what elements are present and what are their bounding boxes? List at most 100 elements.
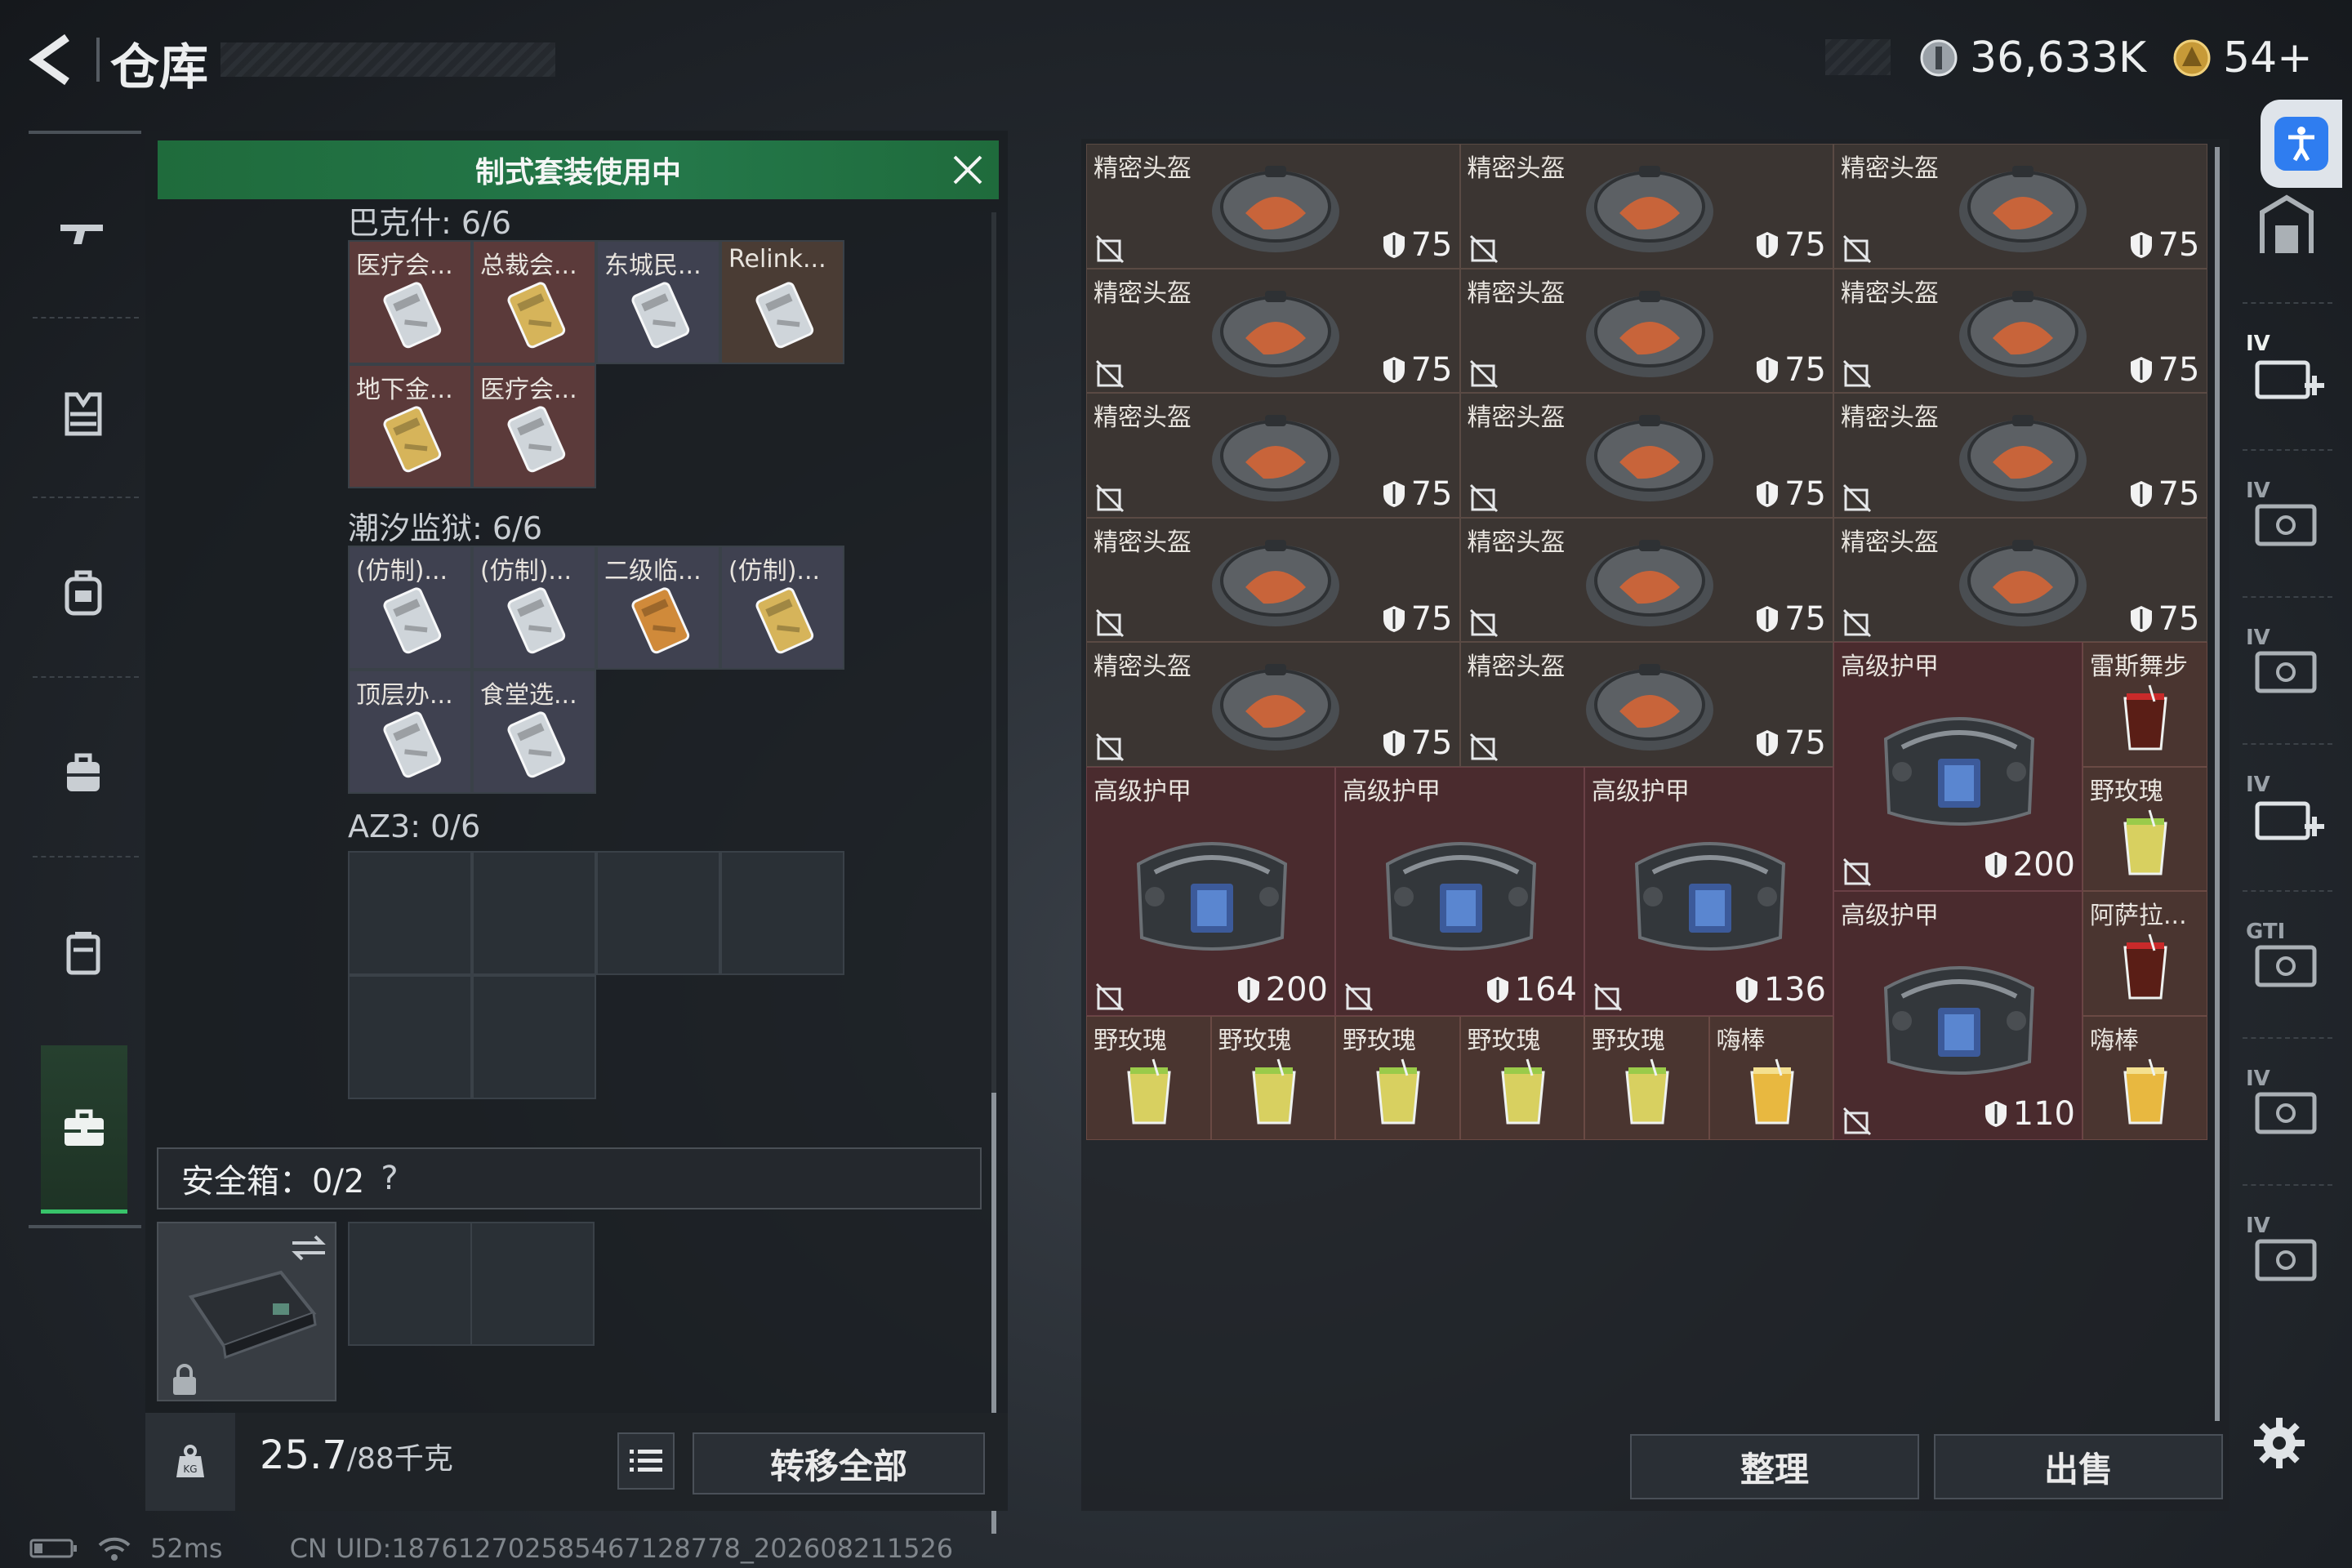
shield-icon (2130, 232, 2152, 258)
no-trade-icon (1095, 982, 1125, 1011)
durability: 75 (2129, 226, 2200, 264)
storage-tab[interactable]: IV (2246, 626, 2336, 719)
organize-button[interactable]: 整理 (1630, 1434, 1919, 1499)
helmet-item[interactable]: 精密头盔 75 (1459, 517, 1833, 642)
rail-tab-container[interactable] (59, 927, 108, 979)
empty-slot[interactable] (720, 851, 844, 975)
keycard-icon (383, 282, 442, 349)
helmet-item[interactable]: 精密头盔 75 (1086, 268, 1460, 393)
sell-button[interactable]: 出售 (1934, 1434, 2223, 1499)
no-trade-icon (1344, 982, 1374, 1011)
helmet-item[interactable]: 精密头盔 75 (1086, 393, 1460, 518)
durability: 75 (2129, 351, 2200, 389)
weapon-icon (60, 225, 103, 244)
empty-slot[interactable] (596, 851, 720, 975)
storage-tab[interactable]: IV (2246, 479, 2336, 572)
drink-item[interactable]: 嗨棒 (1708, 1015, 1833, 1140)
safebox-case[interactable] (157, 1222, 336, 1401)
drink-item[interactable]: 野玫瑰 (1584, 1015, 1709, 1140)
keycard-icon (507, 282, 566, 349)
currency-display[interactable]: 36,633K (1919, 29, 2146, 87)
keycard-slot[interactable]: (仿制)... (720, 546, 844, 670)
empty-slot[interactable] (348, 851, 472, 975)
safebox-slot[interactable] (470, 1222, 595, 1346)
drink-item[interactable]: 嗨棒 (2082, 1015, 2207, 1140)
drink-item[interactable]: 雷斯舞步 (2082, 642, 2207, 767)
keycard-slot[interactable]: (仿制)... (472, 546, 596, 670)
storage-tab[interactable]: IV (2246, 1214, 2336, 1307)
empty-slot[interactable] (348, 975, 472, 1099)
durability: 75 (2129, 600, 2200, 638)
helmet-item[interactable]: 精密头盔 75 (1086, 642, 1460, 767)
helmet-item[interactable]: 精密头盔 75 (1833, 144, 2207, 269)
back-button[interactable] (24, 31, 82, 88)
drink-item[interactable]: 野玫瑰 (1459, 1015, 1584, 1140)
shield-icon (1984, 852, 2007, 878)
storage-tab[interactable]: IV (2246, 332, 2336, 425)
storage-tab[interactable]: GTI (2246, 920, 2336, 1013)
safebox-help-button[interactable]: ? (381, 1160, 398, 1197)
helmet-icon (1585, 664, 1713, 751)
helmet-item[interactable]: 精密头盔 75 (1833, 393, 2207, 518)
helmet-item[interactable]: 精密头盔 75 (1833, 517, 2207, 642)
armor-item[interactable]: 高级护甲 136 (1584, 766, 1833, 1016)
storage-tab[interactable] (2246, 188, 2336, 278)
settings-button[interactable] (2251, 1414, 2308, 1472)
rail-tab-briefcase[interactable] (41, 1045, 127, 1214)
rail-tab-backpack[interactable] (59, 568, 108, 620)
safebox-slot[interactable] (348, 1222, 472, 1346)
armor-item[interactable]: 高级护甲 164 (1335, 766, 1584, 1016)
durability: 75 (2129, 475, 2200, 513)
armor-item[interactable]: 高级护甲 110 (1833, 891, 2082, 1140)
armor-item[interactable]: 高级护甲 200 (1086, 766, 1335, 1016)
drink-item[interactable]: 阿萨拉... (2082, 891, 2207, 1016)
accessibility-button[interactable] (2261, 100, 2342, 188)
keycard-slot[interactable]: (仿制)... (348, 546, 472, 670)
keycard-slot[interactable]: 医疗会... (348, 240, 472, 364)
keycard-slot[interactable]: 食堂选... (472, 670, 596, 794)
storage-tab[interactable]: IV (2246, 773, 2336, 866)
drink-item[interactable]: 野玫瑰 (1086, 1015, 1211, 1140)
helmet-item[interactable]: 精密头盔 75 (1086, 517, 1460, 642)
shield-icon (1383, 730, 1405, 756)
storage-tab[interactable]: IV (2246, 1067, 2336, 1160)
keycard-slot[interactable]: 地下金... (348, 364, 472, 488)
drink-item[interactable]: 野玫瑰 (2082, 766, 2207, 891)
helmet-item[interactable]: 精密头盔 75 (1459, 144, 1833, 269)
armor-item[interactable]: 高级护甲 200 (1833, 642, 2082, 891)
rail-divider (2243, 1037, 2332, 1039)
keycard-icon (383, 711, 442, 778)
helmet-item[interactable]: 精密头盔 75 (1459, 268, 1833, 393)
keycard-slot[interactable]: 东城民... (596, 240, 720, 364)
helmet-icon (1959, 415, 2087, 501)
item-label: 野玫瑰 (2090, 777, 2163, 806)
rail-tab-weapon[interactable] (57, 208, 106, 261)
helmet-item[interactable]: 精密头盔 75 (1086, 144, 1460, 269)
shield-icon (1383, 232, 1405, 258)
transfer-all-button[interactable]: 转移全部 (693, 1432, 985, 1494)
lock-icon (173, 1364, 196, 1395)
storage-scrollbar[interactable] (2215, 147, 2220, 1421)
empty-slot[interactable] (472, 975, 596, 1099)
item-label: 精密头盔 (1467, 278, 1566, 308)
rail-tab-bag[interactable] (59, 747, 108, 800)
list-view-button[interactable] (617, 1432, 675, 1490)
durability: 200 (1984, 846, 2075, 884)
container-icon (66, 932, 100, 975)
keycard-slot[interactable]: Relink... (720, 240, 844, 364)
empty-slot[interactable] (472, 851, 596, 975)
keycard-slot[interactable]: 顶层办... (348, 670, 472, 794)
helmet-item[interactable]: 精密头盔 75 (1459, 642, 1833, 767)
keycard-slot[interactable]: 二级临... (596, 546, 720, 670)
helmet-item[interactable]: 精密头盔 75 (1459, 393, 1833, 518)
ticket-display[interactable]: 54+ (2172, 29, 2313, 87)
swap-icon[interactable] (289, 1232, 328, 1264)
drink-item[interactable]: 野玫瑰 (1335, 1015, 1460, 1140)
drink-item[interactable]: 野玫瑰 (1210, 1015, 1335, 1140)
rail-divider (33, 856, 139, 858)
helmet-item[interactable]: 精密头盔 75 (1833, 268, 2207, 393)
keycard-slot[interactable]: 总裁会... (472, 240, 596, 364)
close-button[interactable] (950, 152, 986, 188)
rail-tab-armor[interactable] (59, 388, 108, 440)
keycard-slot[interactable]: 医疗会... (472, 364, 596, 488)
